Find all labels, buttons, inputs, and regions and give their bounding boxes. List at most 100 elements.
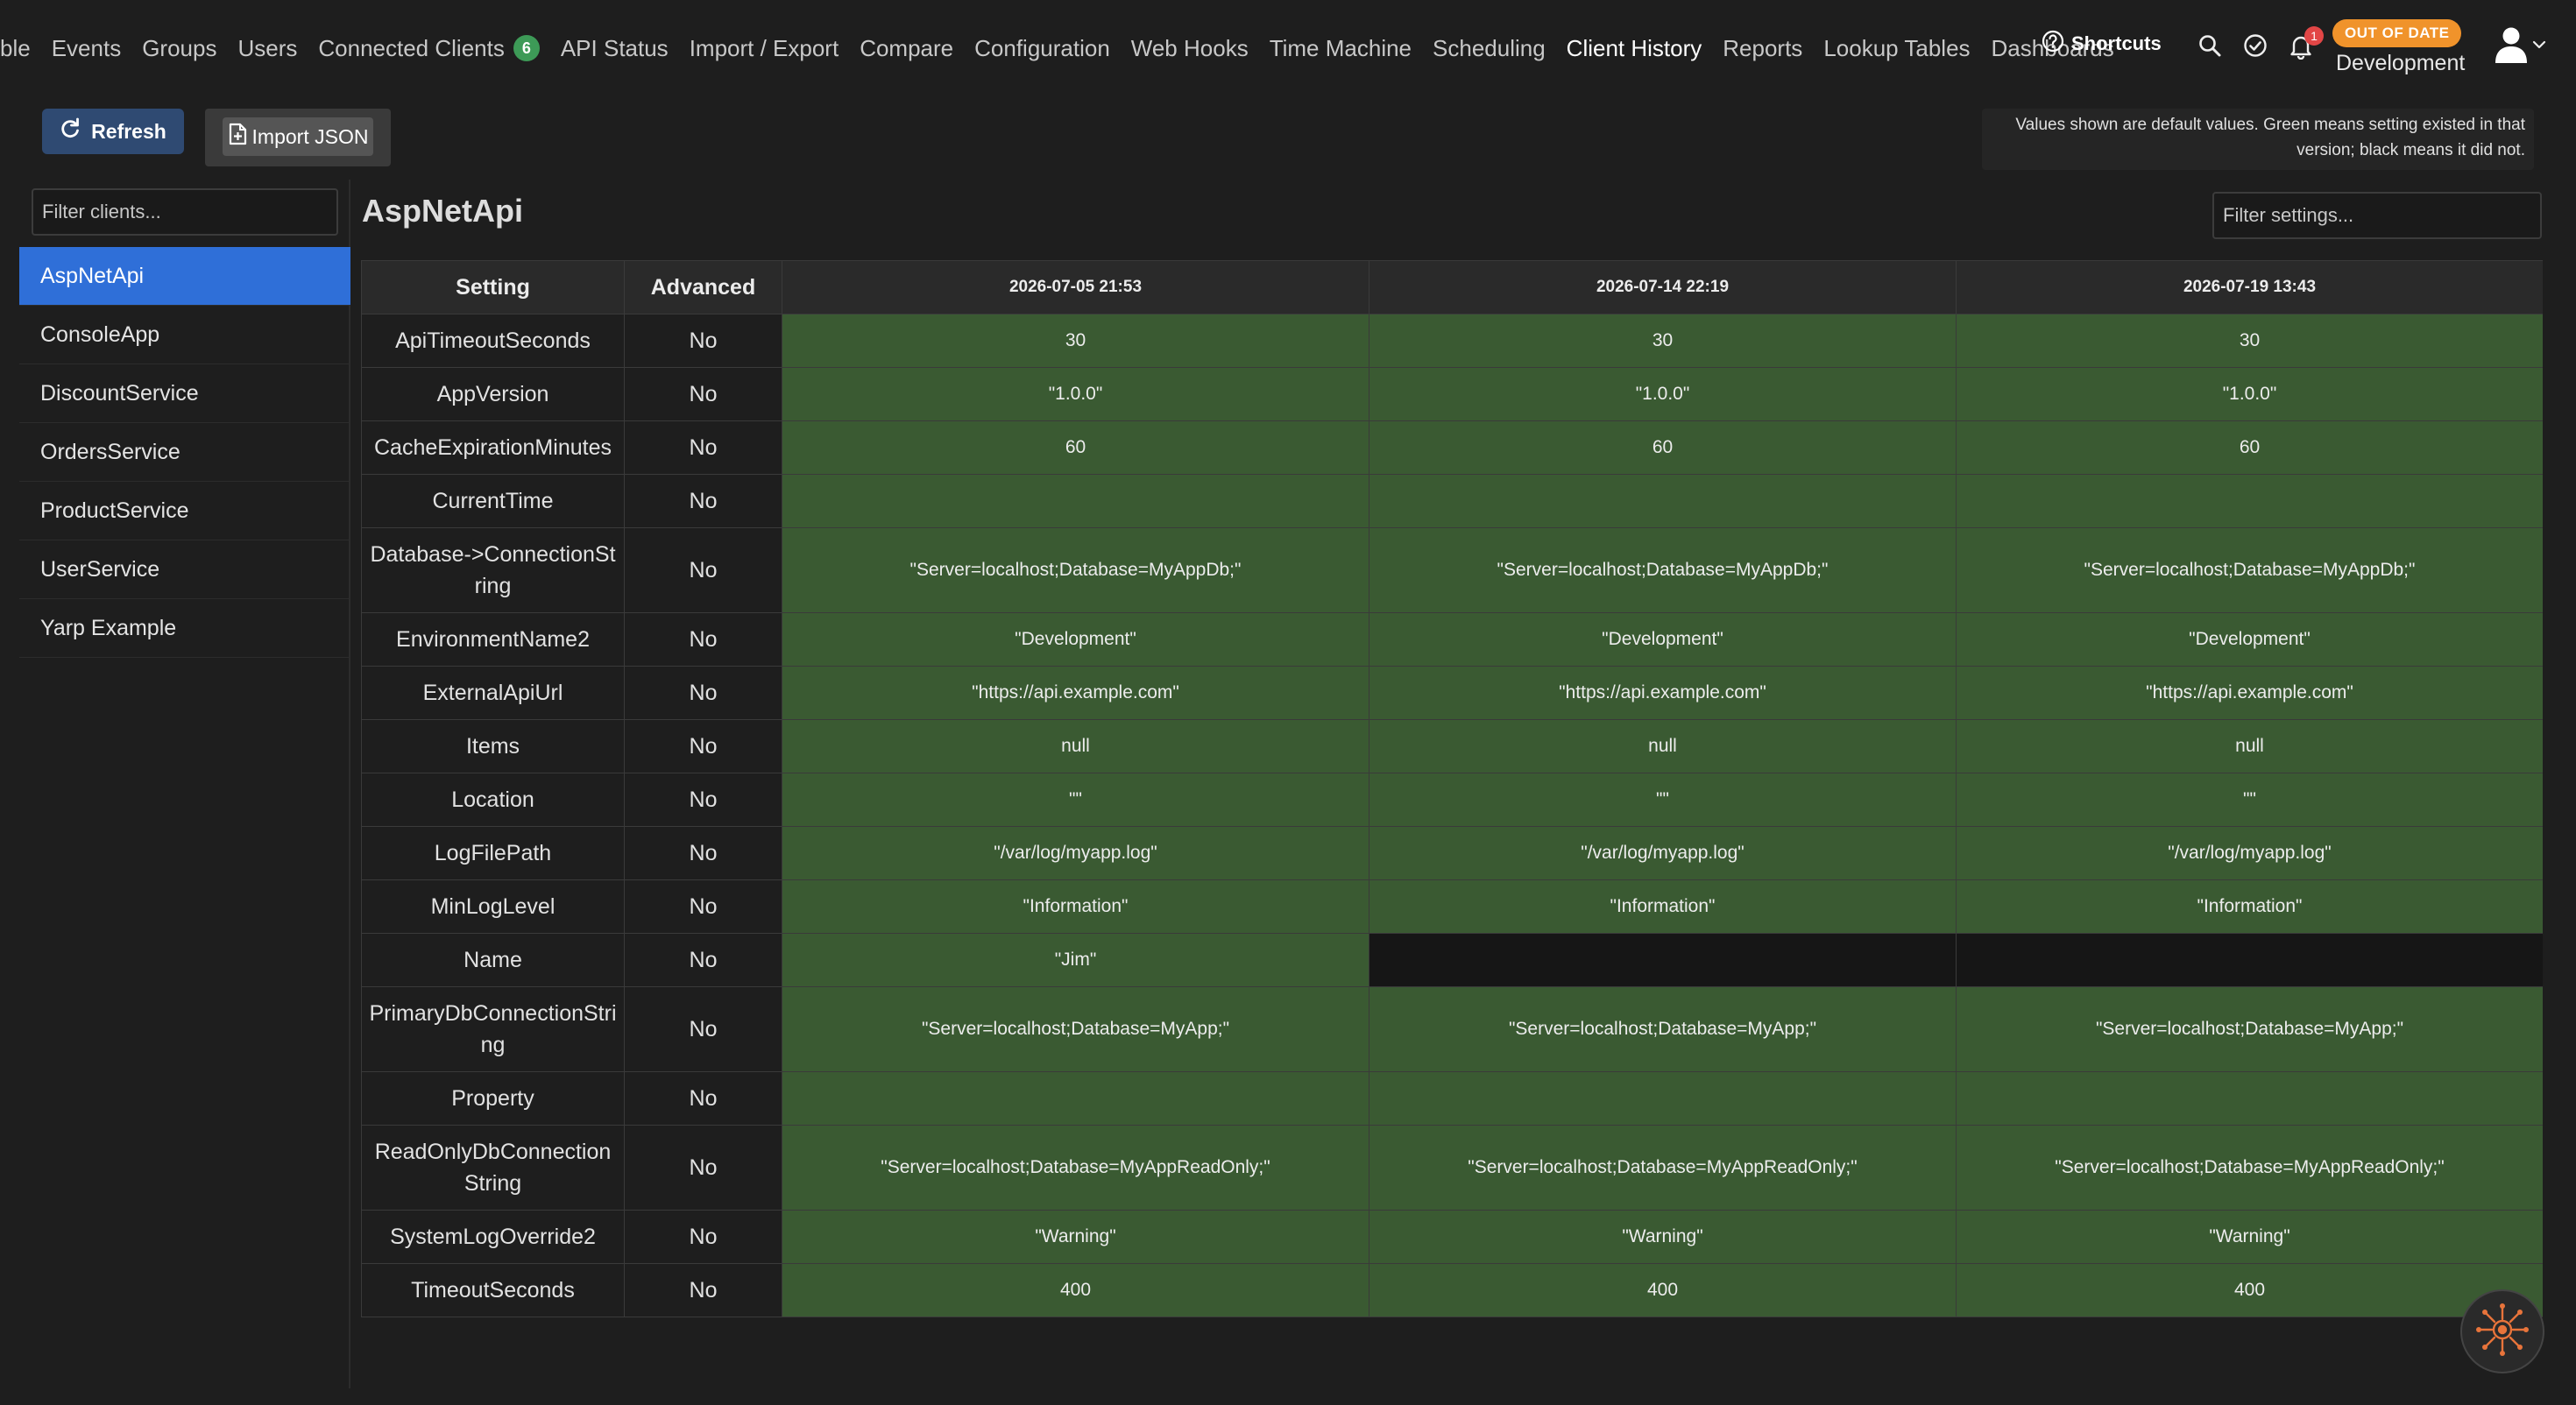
check-circle-icon[interactable] [2243, 33, 2268, 62]
nav-item-api-status[interactable]: API Status [561, 35, 669, 62]
table-row: EnvironmentName2 No "Development" "Developm… [361, 612, 2543, 667]
value-cell: 30 [1369, 314, 1957, 368]
import-json-container: Import JSON [205, 109, 391, 166]
nav-item-label: Configuration [974, 34, 1110, 61]
history-table-container[interactable]: Setting Advanced 2026-07-05 21:53 2026-07… [361, 260, 2543, 1337]
client-item-ordersservice[interactable]: OrdersService [19, 423, 350, 482]
nav-item-reports[interactable]: Reports [1723, 35, 1802, 62]
assistant-button[interactable] [2460, 1289, 2544, 1373]
nav-item-label: Scheduling [1433, 34, 1546, 61]
nav-item-label: Compare [860, 34, 954, 61]
refresh-icon [60, 117, 81, 145]
nav-item-import-export[interactable]: Import / Export [690, 35, 839, 62]
table-row: ExternalApiUrl No "https://api.example.com… [361, 666, 2543, 720]
table-row: SystemLogOverride2 No "Warning" "Warning" "W… [361, 1210, 2543, 1264]
advanced-cell: No [624, 1125, 782, 1211]
value-cell: "Information" [1369, 879, 1957, 934]
nav-item-users[interactable]: Users [237, 35, 297, 62]
client-item-userservice[interactable]: UserService [19, 540, 350, 599]
nav-item-configuration[interactable]: Configuration [974, 35, 1110, 62]
value-cell: "Warning" [1369, 1210, 1957, 1264]
nav-item-time-machine[interactable]: Time Machine [1270, 35, 1412, 62]
settings-filter-input[interactable] [2212, 192, 2542, 239]
shortcuts-label: Shortcuts [2071, 32, 2162, 54]
nav-item-label: Client History [1566, 34, 1702, 61]
header-row: Setting Advanced 2026-07-05 21:53 2026-07… [361, 260, 2543, 314]
setting-name-cell: TimeoutSeconds [361, 1263, 625, 1317]
nav-item-web-hooks[interactable]: Web Hooks [1131, 35, 1249, 62]
table-row: CacheExpirationMinutes No 60 60 60 [361, 420, 2543, 475]
table-header: Setting Advanced 2026-07-05 21:53 2026-07… [361, 260, 2543, 314]
nav-item-label: Web Hooks [1130, 34, 1249, 61]
advanced-cell: No [624, 666, 782, 720]
value-cell: 60 [782, 420, 1369, 475]
advanced-cell: No [624, 1210, 782, 1264]
sun-network-icon [2474, 1302, 2530, 1362]
nav-item-lookup-tables[interactable]: Lookup Tables [1823, 35, 1970, 62]
table-row: ApiTimeoutSeconds No 30 30 30 [361, 314, 2543, 368]
value-cell: "Server=localhost;Database=MyAppDb;" [1956, 527, 2543, 613]
column-header-setting[interactable]: Setting [361, 260, 625, 314]
value-cell: 400 [782, 1263, 1369, 1317]
nav-item-ble[interactable]: ble [0, 35, 31, 62]
table-row: Name No "Jim" [361, 933, 2543, 987]
advanced-cell: No [624, 933, 782, 987]
value-cell: "/var/log/myapp.log" [782, 826, 1369, 880]
client-item-productservice[interactable]: ProductService [19, 482, 350, 540]
nav-item-label: Time Machine [1269, 34, 1412, 61]
advanced-cell: No [624, 986, 782, 1072]
user-icon [2494, 25, 2529, 67]
client-item-discountservice[interactable]: DiscountService [19, 364, 350, 423]
value-cell-missing [1956, 933, 2543, 987]
setting-name-cell: Property [361, 1071, 625, 1126]
environment-label: Development [2336, 51, 2466, 75]
nav-item-events[interactable]: Events [52, 35, 122, 62]
setting-name-cell: Location [361, 773, 625, 827]
chevron-down-icon [2532, 39, 2546, 54]
value-cell: "Development" [1369, 612, 1957, 667]
advanced-cell: No [624, 719, 782, 773]
nav-item-label: API Status [560, 34, 669, 61]
value-cell: 60 [1956, 420, 2543, 475]
nav-item-label: ble [0, 34, 31, 61]
value-cell: "Information" [782, 879, 1369, 934]
client-item-aspnetapi[interactable]: AspNetApi [19, 247, 350, 306]
client-filter-input[interactable] [32, 188, 338, 236]
table-row: Database->ConnectionString No "Server=loca… [361, 527, 2543, 613]
column-header-version[interactable]: 2026-07-05 21:53 [782, 260, 1369, 314]
nav-item-label: Connected Clients [318, 34, 505, 61]
nav-item-connected-clients[interactable]: Connected Clients 6 [318, 34, 540, 62]
setting-name-cell: PrimaryDbConnectionString [361, 986, 625, 1072]
out-of-date-badge[interactable]: OUT OF DATE [2332, 19, 2462, 47]
user-menu[interactable] [2494, 25, 2546, 67]
nav-item-scheduling[interactable]: Scheduling [1433, 35, 1546, 62]
value-cell: "Jim" [782, 933, 1369, 987]
value-cell: "Development" [782, 612, 1369, 667]
value-cell: 400 [1369, 1263, 1957, 1317]
client-item-yarp-example[interactable]: Yarp Example [19, 599, 350, 658]
nav-item-client-history[interactable]: Client History [1567, 35, 1702, 62]
client-item-consoleapp[interactable]: ConsoleApp [19, 306, 350, 364]
value-cell: "Information" [1956, 879, 2543, 934]
client-sidebar: AspNetApiConsoleAppDiscountServiceOrders… [19, 180, 350, 1388]
shortcuts-button[interactable]: Shortcuts [2042, 30, 2162, 58]
import-json-button[interactable]: Import JSON [223, 117, 373, 156]
setting-name-cell: CacheExpirationMinutes [361, 420, 625, 475]
nav-item-groups[interactable]: Groups [142, 35, 216, 62]
value-cell: null [1369, 719, 1957, 773]
value-cell: "https://api.example.com" [1956, 666, 2543, 720]
setting-name-cell: EnvironmentName2 [361, 612, 625, 667]
search-icon[interactable] [2197, 33, 2222, 62]
setting-name-cell: Database->ConnectionString [361, 527, 625, 613]
column-header-version[interactable]: 2026-07-14 22:19 [1369, 260, 1957, 314]
column-header-advanced[interactable]: Advanced [624, 260, 782, 314]
nav-item-compare[interactable]: Compare [860, 35, 953, 62]
column-header-version[interactable]: 2026-07-19 13:43 [1956, 260, 2543, 314]
history-table: Setting Advanced 2026-07-05 21:53 2026-07… [361, 260, 2543, 1317]
advanced-cell: No [624, 420, 782, 475]
advanced-cell: No [624, 314, 782, 368]
value-cell: "Development" [1956, 612, 2543, 667]
setting-name-cell: ApiTimeoutSeconds [361, 314, 625, 368]
refresh-button[interactable]: Refresh [42, 109, 184, 154]
value-cell: "https://api.example.com" [1369, 666, 1957, 720]
